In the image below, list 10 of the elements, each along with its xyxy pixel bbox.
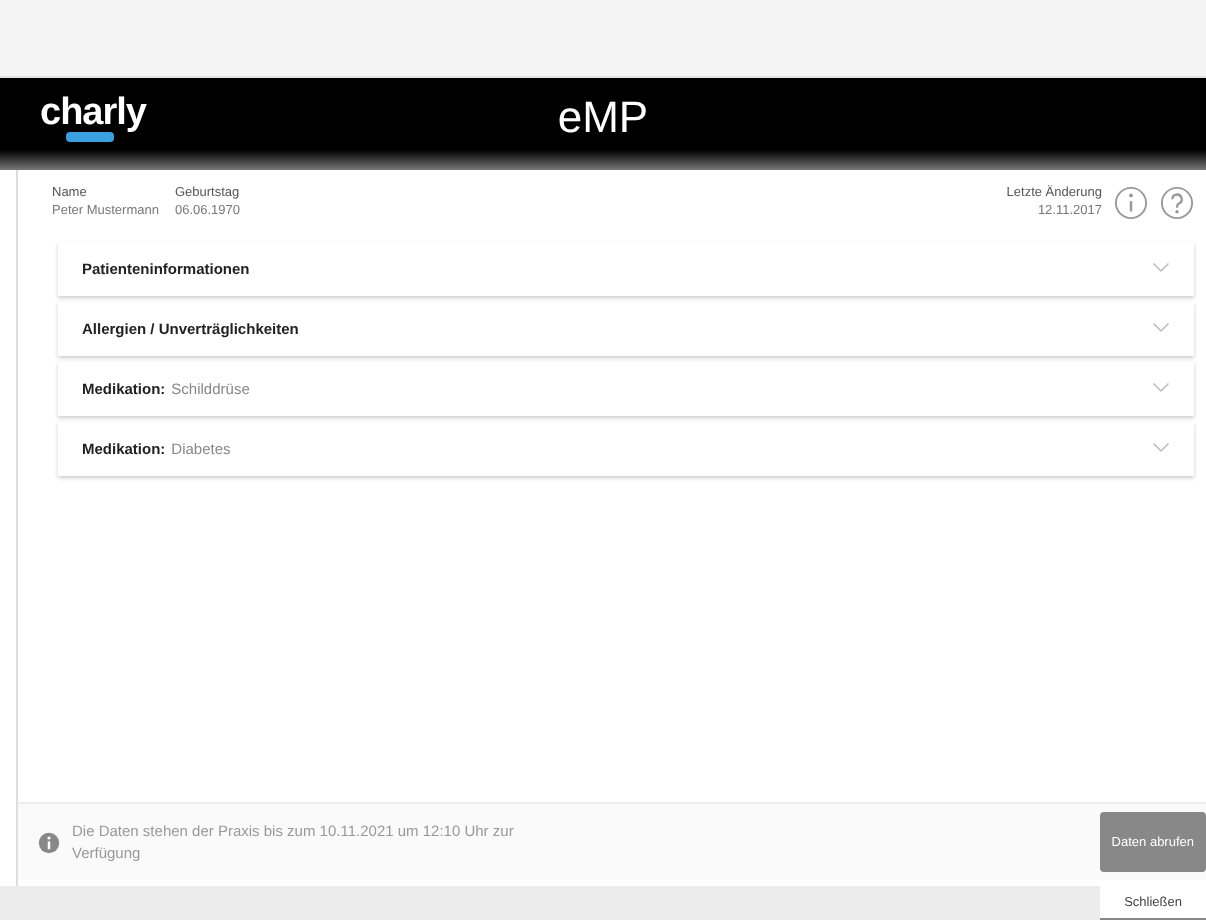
chevron-icon	[1152, 262, 1170, 275]
chevron-icon	[1152, 442, 1170, 455]
info-icon[interactable]	[1114, 186, 1148, 221]
app-title: eMP	[557, 92, 649, 144]
logo-text: charly	[40, 92, 146, 134]
help-icon[interactable]	[1160, 186, 1194, 221]
info-icon	[38, 831, 60, 853]
chevron-icon	[1152, 322, 1170, 335]
logo-badge-icon	[66, 132, 114, 142]
chevron-icon	[1152, 382, 1170, 395]
